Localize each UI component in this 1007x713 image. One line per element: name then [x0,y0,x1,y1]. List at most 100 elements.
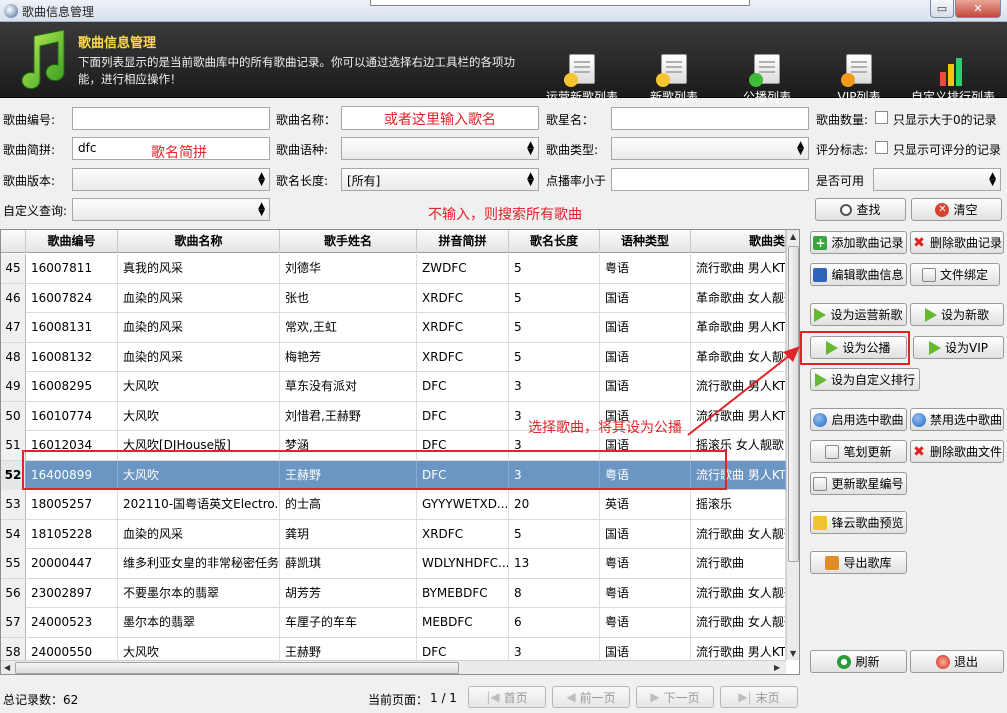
globe-icon [813,412,828,427]
song-no-input[interactable] [72,107,270,130]
header-pinyin[interactable]: 拼音简拼 [417,230,509,253]
updown-icon: ▲ ▼ [527,171,534,188]
header-singer[interactable]: 歌手姓名 [280,230,417,253]
set-new-label: 设为新歌 [940,308,989,322]
lang-select[interactable]: ▲ ▼ [341,137,539,160]
enable-song-button[interactable]: 启用选中歌曲 [810,408,907,431]
version-select[interactable]: ▲ ▼ [72,168,270,191]
cell-singer: 的士高 [280,490,417,519]
row-number: 49 [1,372,26,401]
set-op-new-button[interactable]: 设为运营新歌 [810,303,907,326]
row-number: 54 [1,519,26,549]
update-singer-no-button[interactable]: 更新歌星编号 [810,472,907,495]
table-row[interactable]: 53 18005257 202110-国粤语英文Electro... 的士高 GYYYW… [1,490,786,520]
table-row[interactable]: 47 16008131 血染的风采 常欢,王虹 XRDFC 5 国语 革命歌曲 男人KTV [1,313,786,343]
disable-song-button[interactable]: 禁用选中歌曲 [910,408,1004,431]
cell-category: 流行歌曲 [691,549,786,578]
exit-button[interactable]: 退出 [910,650,1004,673]
first-page-button[interactable]: |◀ 首页 [468,686,546,708]
play-rate-input[interactable] [611,168,809,191]
cell-singer: 车厘子的车车 [280,608,417,637]
cell-song-no: 16008131 [26,313,118,342]
stroke-update-button[interactable]: 笔划更新 [810,440,907,463]
last-page-button[interactable]: ▶| 末页 [720,686,798,708]
search-button[interactable]: 查找 [815,198,906,221]
cell-song-name: 维多利亚女皇的非常秘密任务 [118,549,280,578]
prev-page-button[interactable]: ◀ 前一页 [552,686,630,708]
cell-name-length: 8 [509,578,600,608]
set-new-button[interactable]: 设为新歌 [910,303,1004,326]
table-row[interactable]: 56 23002897 不要墨尔本的翡翠 胡芳芳 BYMEBDFC 8 粤语 流行歌曲 女人靓… [1,578,786,608]
set-public-highlight [800,331,910,365]
cell-song-name: 大风吹 [118,401,280,431]
export-button[interactable]: 导出歌库 [810,551,907,574]
cell-category: 革命歌曲 男人KTV [691,313,786,342]
usable-select[interactable]: ▲ ▼ [873,168,1001,191]
set-custom-rank-button[interactable]: 设为自定义排行 [810,368,920,391]
custom-query-select[interactable]: ▲ ▼ [72,198,270,221]
preview-icon [813,515,828,530]
set-vip-button[interactable]: 设为VIP [913,336,1004,359]
delete-song-label: 删除歌曲记录 [929,236,1002,250]
cell-singer: 梅艳芳 [280,342,417,372]
minimize-button[interactable]: ▭ [930,0,954,18]
song-count-label: 歌曲数量: [816,113,869,127]
cell-pinyin: DFC [417,401,509,431]
add-song-button[interactable]: + 添加歌曲记录 [810,231,907,254]
delete-song-button[interactable]: ✖ 删除歌曲记录 [910,231,1004,254]
horizontal-scrollbar[interactable]: ◀ ▶ [1,660,786,674]
first-page-label: 首页 [503,690,528,705]
edit-song-button[interactable]: 编辑歌曲信息 [810,263,907,286]
refresh-button[interactable]: 刷新 [810,650,907,673]
selected-row-highlight [22,450,727,490]
vertical-scrollbar[interactable]: ▲ ▼ [786,230,799,660]
table-row[interactable]: 55 20000447 维多利亚女皇的非常秘密任务 薛凯琪 WDLYNHDFC... 13… [1,549,786,579]
type-select[interactable]: ▲ ▼ [611,137,809,160]
table-row[interactable]: 48 16008132 血染的风采 梅艳芳 XRDFC 5 国语 革命歌曲 女人靓歌 [1,342,786,372]
clear-button[interactable]: ✕ 清空 [911,198,1002,221]
song-name-input[interactable]: 或者这里输入歌名 [341,106,539,130]
header-name-length[interactable]: 歌名长度 [509,230,600,253]
cell-category: 流行歌曲 女人靓歌 [691,519,786,549]
horizontal-scroll-thumb[interactable] [15,662,459,674]
row-number: 48 [1,342,26,372]
cell-pinyin: GYYYWETXD... [417,490,509,519]
next-page-button[interactable]: ▶ 下一页 [636,686,714,708]
pinyin-value: dfc [78,141,97,155]
only-gt0-checkbox[interactable] [875,111,888,124]
header-song-no[interactable]: 歌曲编号 [26,230,118,253]
scroll-left-icon[interactable]: ◀ [4,663,10,672]
header-song-name[interactable]: 歌曲名称 [118,230,280,253]
bind-file-button[interactable]: 文件绑定 [910,263,1000,286]
title-strip [370,0,750,6]
tool-public-list[interactable]: 公播列表 [724,54,810,105]
singer-input[interactable] [611,107,809,130]
tool-new-list[interactable]: 新歌列表 [631,54,717,105]
table-row[interactable]: 46 16007824 血染的风采 张也 XRDFC 5 国语 革命歌曲 女人靓歌 [1,283,786,313]
table-row[interactable]: 54 18105228 血染的风采 龚玥 XRDFC 5 国语 流行歌曲 女人靓歌 [1,519,786,549]
table-row[interactable]: 49 16008295 大风吹 草东没有派对 DFC 3 国语 流行歌曲 男人KTV [1,372,786,402]
left-arrow-icon: ◀ [566,690,576,704]
scroll-up-icon[interactable]: ▲ [790,232,796,241]
table-row[interactable]: 57 24000523 墨尔本的翡翠 车厘子的车车 MEBDFC 6 粤语 流行歌曲 女人靓歌 [1,608,786,638]
tool-op-new-list[interactable]: 运营新歌列表 [539,54,625,105]
table-row[interactable]: 45 16007811 真我的风采 刘德华 ZWDFC 5 粤语 流行歌曲 男人KTV [1,254,786,284]
header-category[interactable]: 歌曲类 [691,230,786,253]
delete-file-button[interactable]: ✖ 删除歌曲文件 [910,440,1004,463]
name-len-select[interactable]: [所有] ▲ ▼ [341,168,539,191]
cell-song-name: 大风吹 [118,372,280,401]
tool-custom-rank-list[interactable]: 自定义排行列表 [910,54,996,105]
header-language[interactable]: 语种类型 [600,230,691,253]
pinyin-label: 歌曲简拼: [3,143,56,157]
close-button[interactable]: ✕ [955,0,1001,18]
scroll-right-icon[interactable]: ▶ [774,663,780,672]
preview-button[interactable]: 锋云歌曲预览 [810,511,907,534]
scroll-down-icon[interactable]: ▼ [790,649,796,658]
cell-song-name: 血染的风采 [118,283,280,313]
only-rated-checkbox[interactable] [875,141,888,154]
tool-vip-list[interactable]: VIP列表 [816,54,902,105]
cell-song-name: 202110-国粤语英文Electro... [118,490,280,519]
cell-pinyin: WDLYNHDFC... [417,549,509,578]
cell-song-no: 16010774 [26,401,118,431]
row-number: 46 [1,283,26,313]
